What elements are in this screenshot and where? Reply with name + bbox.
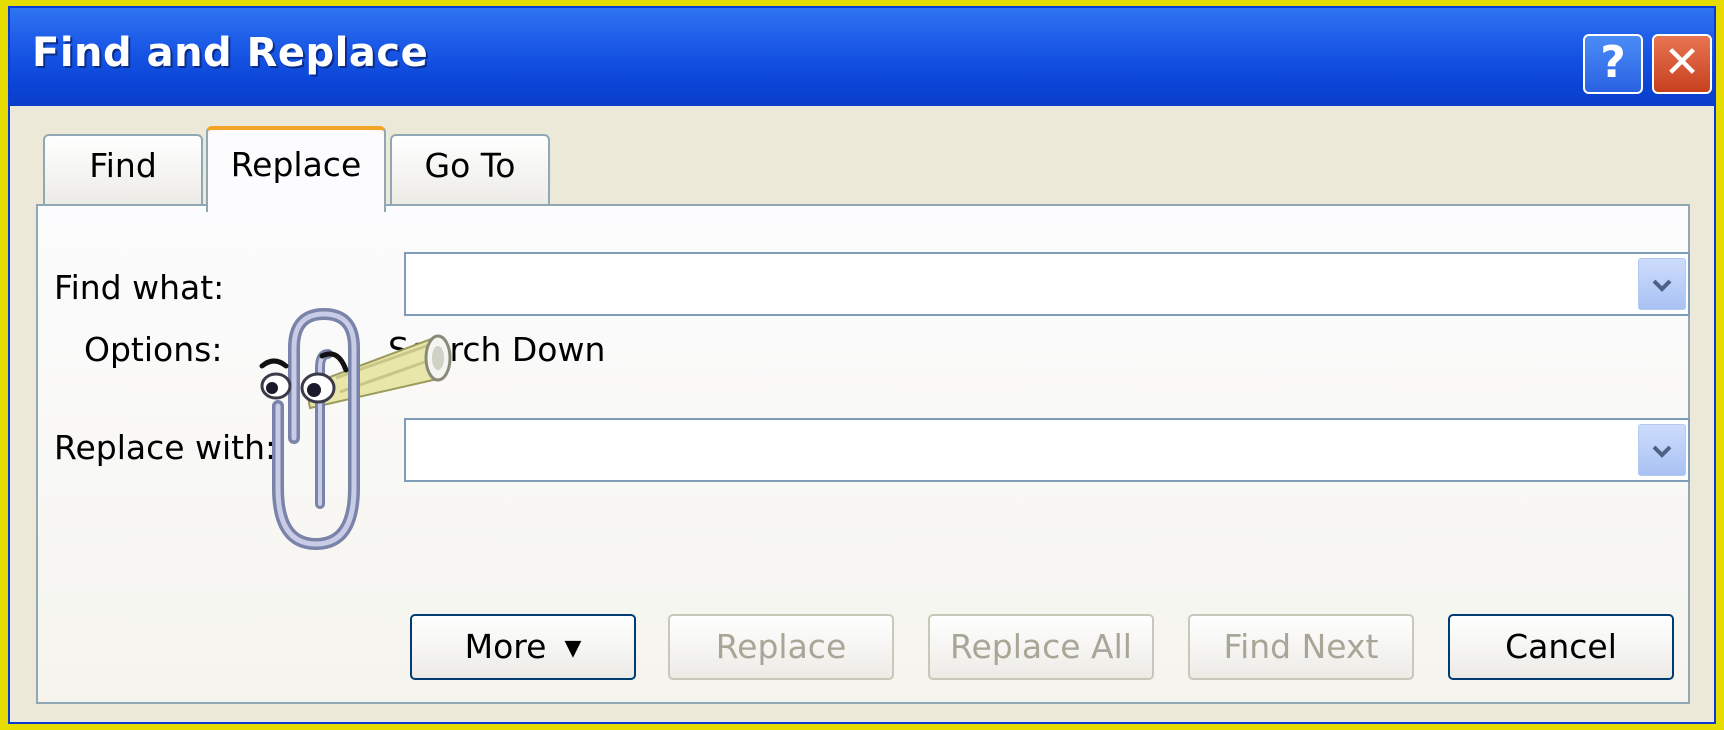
find-next-button[interactable]: Find Next — [1188, 614, 1414, 680]
help-button[interactable]: ? — [1583, 34, 1643, 94]
replace-with-label: Replace with: — [54, 428, 277, 467]
window-title: Find and Replace — [32, 30, 429, 76]
find-what-input[interactable] — [406, 254, 1640, 314]
find-what-combobox[interactable] — [404, 252, 1690, 316]
expand-arrow-icon: ▼ — [564, 635, 582, 661]
chevron-down-icon[interactable] — [1638, 424, 1686, 476]
replace-with-combobox[interactable] — [404, 418, 1690, 482]
find-replace-dialog: Find and Replace ? ✕ Find Replace Go To … — [8, 6, 1716, 724]
replace-with-input[interactable] — [406, 420, 1640, 480]
options-label: Options: — [84, 330, 223, 369]
replace-button[interactable]: Replace — [668, 614, 894, 680]
cancel-button[interactable]: Cancel — [1448, 614, 1674, 680]
tab-go-to[interactable]: Go To — [390, 134, 550, 204]
find-what-label: Find what: — [54, 268, 225, 307]
tab-replace[interactable]: Replace — [206, 126, 386, 212]
clippy-assistant-icon[interactable] — [246, 308, 506, 608]
close-button[interactable]: ✕ — [1652, 34, 1712, 94]
more-button[interactable]: More ▼ — [410, 614, 636, 680]
tab-find[interactable]: Find — [43, 134, 203, 204]
more-button-label: More — [464, 627, 547, 666]
chevron-down-icon[interactable] — [1638, 258, 1686, 310]
replace-all-button[interactable]: Replace All — [928, 614, 1154, 680]
title-bar[interactable]: Find and Replace ? ✕ — [10, 8, 1714, 106]
